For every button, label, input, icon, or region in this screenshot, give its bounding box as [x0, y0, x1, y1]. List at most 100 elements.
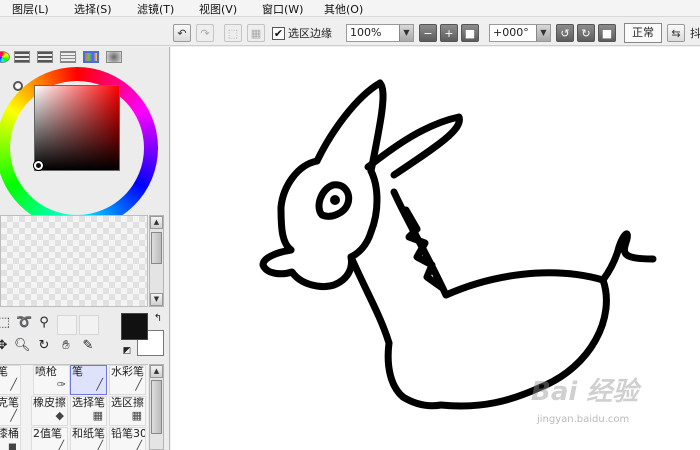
- swatch-mode-icon[interactable]: [83, 51, 99, 63]
- zoom-icon[interactable]: 🔍︎: [14, 338, 31, 354]
- hand-icon[interactable]: ✋︎: [58, 338, 74, 354]
- sv-marker[interactable]: [34, 161, 43, 170]
- drawing-canvas[interactable]: Bai 经验 jingyan.baidu.com: [171, 47, 700, 450]
- select-edge-checkbox[interactable]: ✔: [272, 26, 285, 40]
- brush-label: 铅笔30: [111, 427, 146, 440]
- lasso-icon[interactable]: ➰: [16, 315, 32, 331]
- brush-slot-pen[interactable]: 钢笔╱: [0, 365, 21, 395]
- watermark-url: jingyan.baidu.com: [537, 414, 630, 425]
- brush-label: 橡皮擦: [33, 396, 66, 409]
- color-swatch-area[interactable]: [0, 215, 148, 307]
- menu-view[interactable]: 视图(V): [199, 1, 237, 17]
- menu-bar: 图层(L) 选择(S) 滤镜(T) 视图(V) 窗口(W) 其他(O): [0, 0, 700, 17]
- color-wheel-mode-icon[interactable]: [0, 51, 10, 63]
- brush-label: 笔: [72, 365, 83, 378]
- zoom-reset-button[interactable]: ■: [461, 24, 479, 42]
- mix-mode-icon[interactable]: [60, 51, 76, 63]
- zoom-out-button[interactable]: −: [419, 24, 437, 42]
- rect-select-icon[interactable]: ⬚: [0, 315, 12, 331]
- rotate-left-button[interactable]: ↺: [556, 24, 574, 42]
- rotate-right-button[interactable]: ↻: [577, 24, 595, 42]
- brush-label: 选区擦: [111, 396, 144, 409]
- select-eraser-icon: ▦: [131, 409, 142, 422]
- reset-colors-icon[interactable]: ◩: [119, 343, 135, 359]
- scroll-down-icon[interactable]: ▼: [150, 293, 163, 306]
- saturation-value-square[interactable]: [34, 85, 120, 171]
- primary-color-swatch[interactable]: [121, 313, 148, 340]
- left-ear-stroke: [313, 79, 387, 175]
- scratchpad-mode-icon[interactable]: [106, 51, 122, 63]
- eyedropper-icon[interactable]: ✎: [80, 338, 96, 354]
- menu-select[interactable]: 选择(S): [74, 1, 112, 17]
- move-icon[interactable]: ✥: [0, 338, 10, 354]
- eraser-icon: ◆: [55, 409, 64, 422]
- swap-colors-icon[interactable]: ↰: [150, 311, 166, 327]
- zoom-dropdown[interactable]: 100% ▼: [346, 24, 414, 42]
- brush-scrollbar[interactable]: ▲: [149, 364, 164, 450]
- scroll-thumb[interactable]: [151, 232, 162, 264]
- rotate-icon: ↺: [560, 26, 570, 40]
- brush-slot-airbrush[interactable]: 喷枪 ✑: [33, 365, 70, 395]
- magic-wand-icon[interactable]: ⚲: [36, 315, 52, 331]
- brush-slot-select-pen[interactable]: 选择笔 ▦: [70, 396, 107, 426]
- belly-stroke: [384, 339, 445, 410]
- square-icon: ■: [464, 26, 476, 40]
- zoom-value: 100%: [350, 26, 382, 39]
- brush-label: 2值笔: [33, 427, 62, 440]
- brush-label: 油漆桶: [0, 427, 19, 440]
- menu-window[interactable]: 窗口(W): [262, 1, 303, 17]
- washi-pen-icon: ╱: [96, 440, 103, 450]
- menu-layer[interactable]: 图层(L): [12, 1, 49, 17]
- swatch-scrollbar[interactable]: ▲ ▼: [149, 215, 164, 307]
- brush-label: 水彩笔: [111, 365, 144, 378]
- brush-slot-watercolor[interactable]: 水彩笔 ╱: [109, 365, 146, 395]
- select-pen-icon: ▦: [92, 409, 103, 422]
- select-edge-toggle[interactable]: ✔ 选区边缘: [272, 25, 332, 41]
- empty-tool-slot: [79, 315, 99, 335]
- deselect-button[interactable]: ⬚: [224, 24, 242, 42]
- scroll-up-icon[interactable]: ▲: [150, 365, 163, 378]
- hsv-slider-mode-icon[interactable]: [37, 51, 53, 63]
- brush-slot-brush[interactable]: 笔 ╱: [70, 365, 107, 395]
- brush-slot-eraser[interactable]: 橡皮擦 ◆: [31, 396, 68, 426]
- left-panel: ▲ ▼ ⬚ ➰ ⚲ ✥ 🔍︎ ↻ ✋︎ ✎ ↰ ◩ 钢笔╱ 喷枪✑ 笔╱ 水彩笔…: [0, 47, 170, 450]
- menu-other[interactable]: 其他(O): [324, 1, 363, 17]
- rotate-reset-button[interactable]: ■: [598, 24, 616, 42]
- select-edge-label: 选区边缘: [288, 27, 332, 40]
- color-mode-bar: [0, 51, 170, 65]
- blend-mode-dropdown[interactable]: 正常: [624, 23, 662, 43]
- neck-front-stroke: [347, 253, 393, 347]
- brush-label: 喷枪: [35, 365, 57, 378]
- bucket-icon: ◼: [7, 440, 17, 450]
- snout-stroke: [259, 246, 355, 290]
- deselect-icon: ⬚: [227, 26, 239, 40]
- brush-slot-washi-pen[interactable]: 和纸笔 ╱: [70, 427, 107, 450]
- scroll-thumb[interactable]: [151, 380, 162, 434]
- invert-selection-button[interactable]: ▦: [247, 24, 265, 42]
- rgb-slider-mode-icon[interactable]: [14, 51, 30, 63]
- brush-label: 马克笔: [0, 396, 19, 409]
- undo-icon: ↶: [177, 26, 187, 40]
- rotate-tool-icon[interactable]: ↻: [36, 338, 52, 354]
- brush-slot-select-eraser[interactable]: 选区擦 ▦: [109, 396, 146, 426]
- chevron-down-icon: ▼: [399, 25, 413, 41]
- square-icon: ■: [601, 26, 613, 40]
- invert-selection-icon: ▦: [250, 26, 262, 40]
- flip-button[interactable]: ⇆: [667, 24, 685, 42]
- brush-slot-bucket[interactable]: 油漆桶◼: [0, 427, 21, 450]
- rotation-dropdown[interactable]: +000° ▼: [489, 24, 551, 42]
- zoom-in-button[interactable]: +: [440, 24, 458, 42]
- menu-filter[interactable]: 滤镜(T): [137, 1, 174, 17]
- pupil: [330, 195, 340, 205]
- brush-slot-marker[interactable]: 马克笔╱: [0, 396, 21, 426]
- brush-slot-pencil[interactable]: 铅笔30 ╱: [109, 427, 146, 450]
- back-stroke: [442, 269, 607, 299]
- redo-button[interactable]: ↷: [196, 24, 214, 42]
- scroll-up-icon[interactable]: ▲: [150, 216, 163, 229]
- rotation-value: +000°: [493, 26, 529, 39]
- pencil-icon: ╱: [135, 440, 142, 450]
- undo-button[interactable]: ↶: [173, 24, 191, 42]
- brush-icon: ╱: [96, 378, 103, 391]
- hue-marker[interactable]: [13, 81, 23, 91]
- brush-slot-binary-pen[interactable]: 2值笔 ╱: [31, 427, 68, 450]
